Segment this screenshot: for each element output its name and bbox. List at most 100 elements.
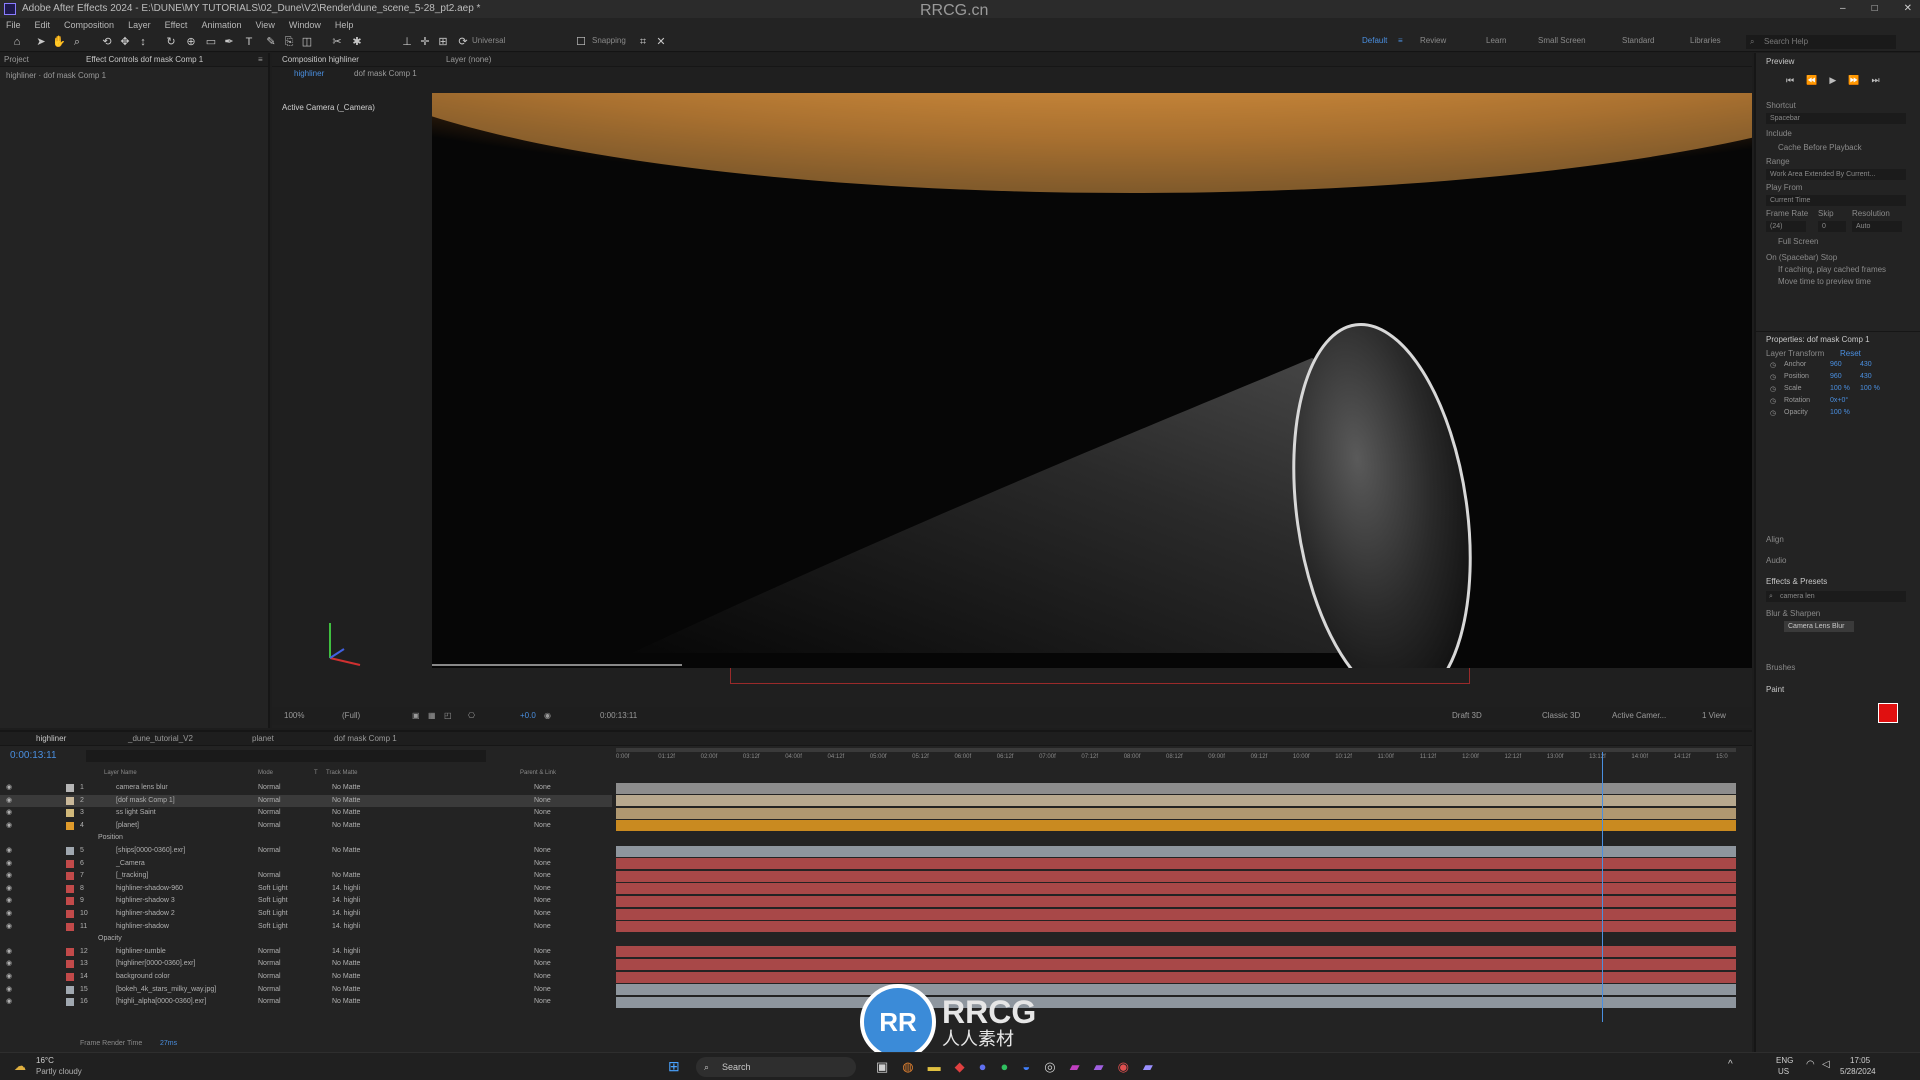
label-color-chip[interactable] bbox=[66, 973, 74, 981]
column-mode[interactable]: Mode bbox=[258, 770, 273, 776]
label-color-chip[interactable] bbox=[66, 947, 74, 956]
workspace-learn[interactable]: Learn bbox=[1486, 36, 1506, 45]
timeline-tab-dof-mask[interactable]: dof mask Comp 1 bbox=[334, 734, 397, 743]
layer-matte-dropdown[interactable]: No Matte bbox=[332, 845, 360, 857]
range-dropdown[interactable]: Work Area Extended By Current... bbox=[1766, 169, 1906, 180]
panel-menu-icon[interactable]: ≡ bbox=[258, 55, 263, 64]
align-panel-label[interactable]: Align bbox=[1766, 535, 1784, 544]
menu-file[interactable]: File bbox=[6, 18, 21, 32]
layer-matte-dropdown[interactable]: 14. highli bbox=[332, 895, 360, 907]
layer-row[interactable]: ◉ 11 highliner-shadow Soft Light 14. highli N… bbox=[0, 921, 612, 933]
layer-mode-dropdown[interactable]: Normal bbox=[258, 807, 281, 819]
layer-track-bar[interactable] bbox=[616, 858, 1736, 870]
layer-parent-dropdown[interactable]: None bbox=[534, 782, 551, 794]
roto-tool-icon[interactable]: ✂ bbox=[330, 35, 344, 49]
zoom-dropdown[interactable]: 100% bbox=[284, 707, 304, 725]
skip-dropdown[interactable]: 0 bbox=[1818, 221, 1846, 232]
resolution-dropdown-right[interactable]: Auto bbox=[1852, 221, 1902, 232]
world-axis-icon[interactable]: ✛ bbox=[418, 35, 432, 49]
menu-effect[interactable]: Effect bbox=[165, 18, 188, 32]
clock-date[interactable]: 5/28/2024 bbox=[1840, 1067, 1876, 1076]
label-color-chip[interactable] bbox=[66, 910, 74, 918]
layer-row[interactable]: ◉ 9 highliner-shadow 3 Soft Light 14. highli… bbox=[0, 895, 612, 907]
cache-label[interactable]: Cache Before Playback bbox=[1778, 143, 1862, 152]
time-ruler[interactable]: 0:00f 01:12f 02:00f 03:12f 04:00f 04:12f 05:00… bbox=[616, 754, 1736, 766]
search-help-input[interactable]: ⌕ Search Help bbox=[1746, 35, 1896, 49]
pan-tool-icon[interactable]: ✥ bbox=[118, 35, 132, 49]
type-tool-icon[interactable]: T bbox=[242, 35, 256, 49]
audio-panel-label[interactable]: Audio bbox=[1766, 556, 1786, 565]
label-color-chip[interactable] bbox=[66, 796, 74, 805]
layer-parent-dropdown[interactable]: None bbox=[534, 883, 551, 895]
layer-row[interactable]: ◉ 8 highliner-shadow-960 Soft Light 14. high… bbox=[0, 883, 612, 895]
clock-time[interactable]: 17:05 bbox=[1850, 1056, 1870, 1065]
layer-parent-dropdown[interactable]: None bbox=[534, 795, 551, 807]
zoom-tool-icon[interactable]: ⌕ bbox=[70, 35, 84, 49]
layer-parent-dropdown[interactable]: None bbox=[534, 858, 551, 870]
layer-parent-dropdown[interactable]: None bbox=[534, 971, 551, 983]
puppet-tool-icon[interactable]: ✱ bbox=[350, 35, 364, 49]
snap-option-icon[interactable]: ⌗ bbox=[636, 35, 650, 49]
layer-parent-dropdown[interactable]: None bbox=[534, 984, 551, 996]
dolly-tool-icon[interactable]: ↕ bbox=[136, 35, 150, 49]
layer-track-bar[interactable] bbox=[616, 795, 1736, 807]
effect-camera-lens-blur[interactable]: Camera Lens Blur bbox=[1784, 621, 1854, 632]
layer-row[interactable]: ◉ 1 camera lens blur Normal No Matte None bbox=[0, 782, 612, 794]
selection-tool-icon[interactable]: ➤ bbox=[34, 35, 48, 49]
tray-chevron-icon[interactable]: ^ bbox=[1728, 1059, 1733, 1070]
layer-matte-dropdown[interactable]: 14. highli bbox=[332, 921, 360, 933]
layer-name[interactable]: [planet] bbox=[116, 820, 139, 832]
eraser-tool-icon[interactable]: ◫ bbox=[300, 35, 314, 49]
visibility-eye-icon[interactable]: ◉ bbox=[6, 946, 12, 958]
layer-row[interactable]: ◉ 10 highliner-shadow 2 Soft Light 14. highl… bbox=[0, 908, 612, 920]
visibility-eye-icon[interactable]: ◉ bbox=[6, 958, 12, 970]
lang-indicator[interactable]: ENG bbox=[1776, 1056, 1793, 1065]
snapping-checkbox-icon[interactable]: ☐ bbox=[574, 35, 588, 49]
layer-matte-dropdown[interactable]: No Matte bbox=[332, 870, 360, 882]
stopwatch-icon[interactable]: ◷ bbox=[1770, 361, 1776, 369]
tab-project[interactable]: Project bbox=[4, 55, 29, 64]
blender-icon[interactable]: ◒ bbox=[1022, 1059, 1030, 1075]
layer-parent-dropdown[interactable]: None bbox=[534, 870, 551, 882]
label-color-chip[interactable] bbox=[66, 960, 74, 969]
layer-name[interactable]: [highliner[0000-0360].exr] bbox=[116, 958, 195, 970]
visibility-eye-icon[interactable]: ◉ bbox=[6, 870, 12, 882]
layer-row[interactable]: ◉ 4 [planet] Normal No Matte None bbox=[0, 820, 612, 832]
transparency-icon[interactable]: ▦ bbox=[428, 707, 436, 725]
resolution-dropdown[interactable]: (Full) bbox=[342, 707, 360, 725]
menu-window[interactable]: Window bbox=[289, 18, 321, 32]
pen-tool-icon[interactable]: ✒ bbox=[222, 35, 236, 49]
layer-track-bar[interactable] bbox=[616, 845, 1736, 857]
label-color-chip[interactable] bbox=[66, 872, 74, 881]
current-time-display[interactable]: 0:00:13:11 bbox=[10, 750, 57, 761]
column-t[interactable]: T bbox=[314, 770, 318, 776]
last-frame-icon[interactable]: ⏭ bbox=[1871, 75, 1879, 86]
if-caching-checkbox[interactable]: If caching, play cached frames bbox=[1778, 265, 1886, 274]
snap-grid-icon[interactable]: ✕ bbox=[654, 35, 668, 49]
region-indicator[interactable]: US bbox=[1778, 1067, 1789, 1076]
layer-name[interactable]: _Camera bbox=[116, 858, 145, 870]
layer-row[interactable]: ◉ 7 [_tracking] Normal No Matte None bbox=[0, 870, 612, 882]
layer-parent-dropdown[interactable]: None bbox=[534, 845, 551, 857]
layer-row[interactable]: ◉ 13 [highliner[0000-0360].exr] Normal No Ma… bbox=[0, 958, 612, 970]
label-color-chip[interactable] bbox=[66, 809, 74, 818]
layer-name[interactable]: camera lens blur bbox=[116, 782, 168, 794]
layer-mode-dropdown[interactable]: Normal bbox=[258, 984, 281, 996]
visibility-eye-icon[interactable]: ◉ bbox=[6, 895, 12, 907]
layer-name[interactable]: Position bbox=[98, 832, 123, 844]
rectangle-tool-icon[interactable]: ▭ bbox=[204, 35, 218, 49]
layer-name[interactable]: highliner-shadow 2 bbox=[116, 908, 175, 920]
layer-mode-dropdown[interactable]: Soft Light bbox=[258, 883, 288, 895]
universal-icon[interactable]: ⟳ bbox=[456, 35, 470, 49]
workspace-libraries[interactable]: Libraries bbox=[1690, 36, 1721, 45]
label-color-chip[interactable] bbox=[66, 998, 74, 1007]
layer-name[interactable]: highliner-tumble bbox=[116, 946, 166, 958]
home-icon[interactable]: ⌂ bbox=[10, 35, 24, 49]
timeline-tab-planet[interactable]: planet bbox=[252, 734, 274, 743]
layer-row[interactable]: ◉ 6 _Camera None bbox=[0, 858, 612, 870]
layer-track-bar[interactable] bbox=[616, 996, 1736, 1008]
visibility-eye-icon[interactable]: ◉ bbox=[6, 782, 12, 794]
layer-matte-dropdown[interactable]: 14. highli bbox=[332, 946, 360, 958]
paint-foreground-swatch[interactable] bbox=[1878, 703, 1898, 723]
layer-matte-dropdown[interactable]: No Matte bbox=[332, 807, 360, 819]
